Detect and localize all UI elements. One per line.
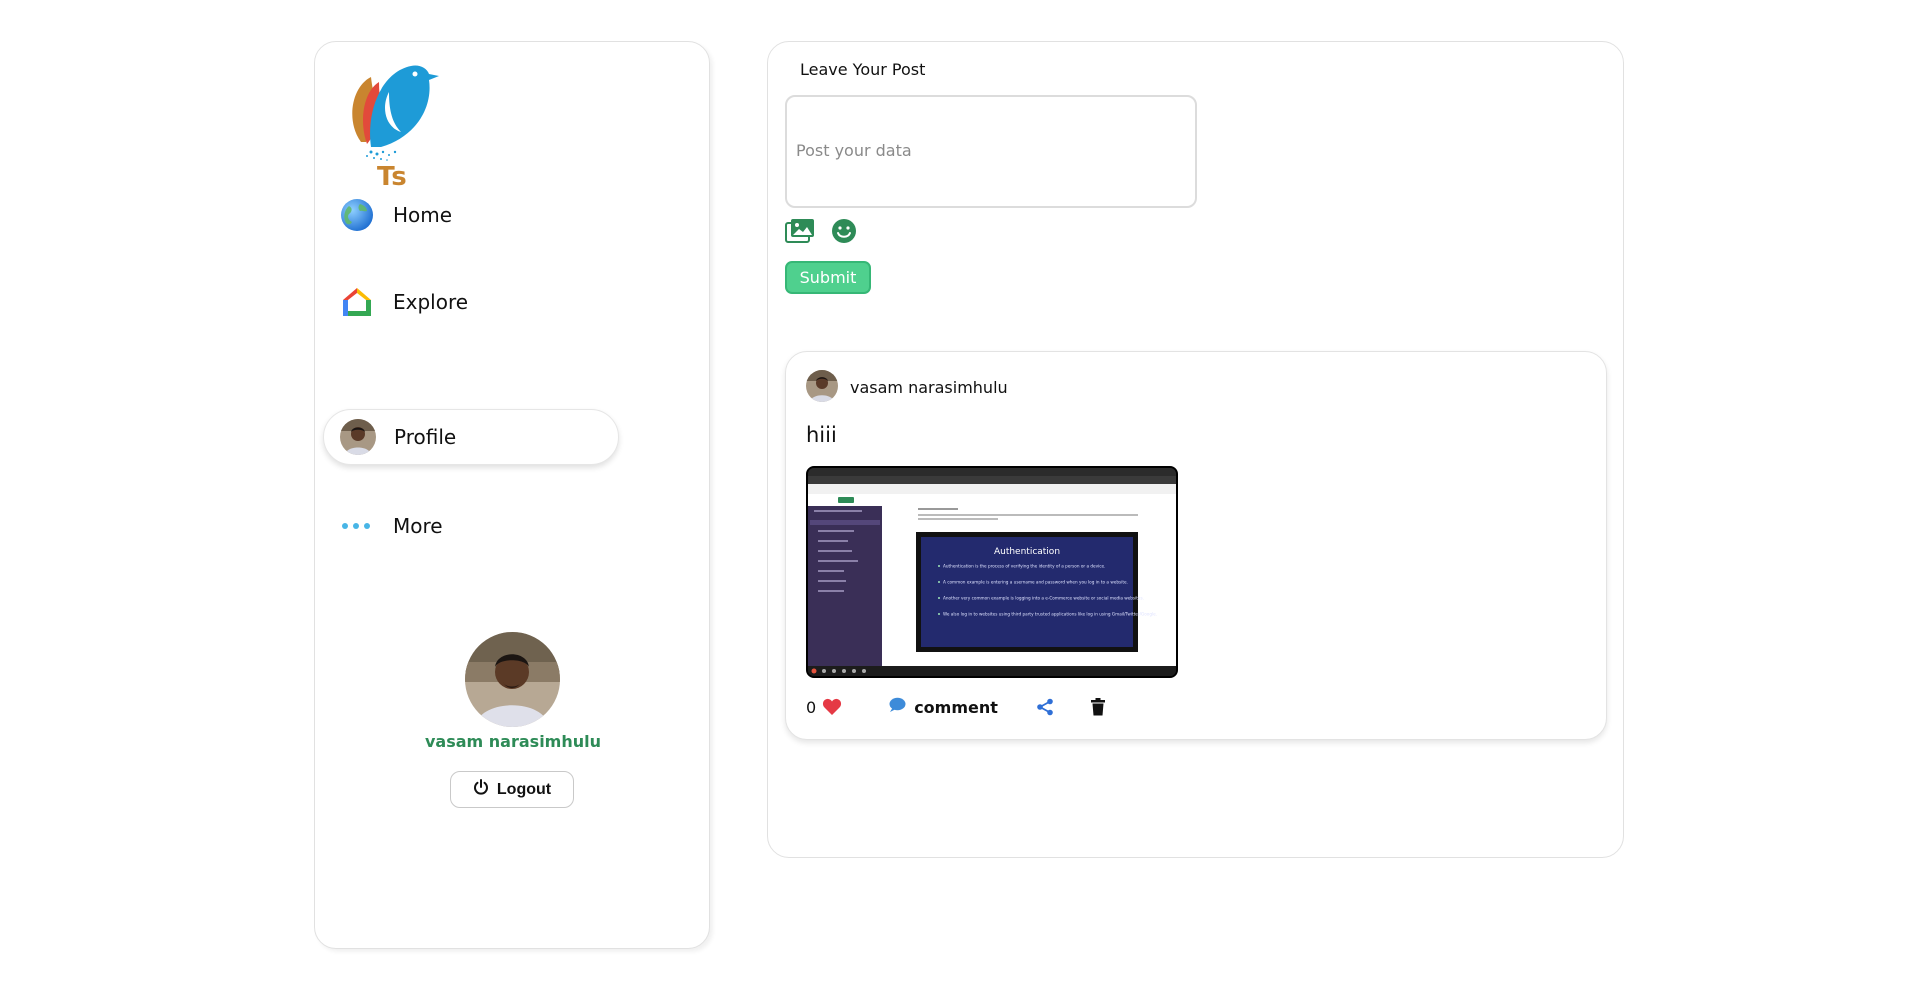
user-avatar[interactable] bbox=[465, 632, 560, 727]
user-name: vasam narasimhulu bbox=[425, 732, 601, 751]
post-author-name[interactable]: vasam narasimhulu bbox=[850, 378, 1008, 397]
slide-title: Authentication bbox=[994, 547, 1060, 557]
heart-icon[interactable] bbox=[822, 698, 842, 716]
post-input[interactable] bbox=[785, 95, 1197, 208]
trash-icon[interactable] bbox=[1090, 698, 1108, 716]
globe-icon bbox=[339, 197, 375, 233]
power-icon bbox=[473, 779, 489, 800]
sidebar-item-label: More bbox=[393, 514, 443, 538]
sidebar-item-more[interactable]: More bbox=[323, 498, 619, 554]
logout-button[interactable]: Logout bbox=[450, 771, 574, 808]
composer-heading: Leave Your Post bbox=[800, 60, 926, 79]
sidebar-item-label: Profile bbox=[394, 425, 457, 449]
slide-bullet: Authentication is the process of verifyi… bbox=[943, 564, 1105, 569]
google-home-icon bbox=[339, 284, 375, 320]
post-text: hiii bbox=[806, 423, 837, 447]
sidebar-item-profile[interactable]: Profile bbox=[323, 409, 619, 465]
comment-bubble-icon bbox=[888, 697, 906, 717]
sidebar-item-label: Explore bbox=[393, 290, 469, 314]
slide-bullet: We also log in to websites using third p… bbox=[943, 612, 1157, 617]
share-icon[interactable] bbox=[1036, 698, 1054, 716]
emoji-icon[interactable] bbox=[831, 218, 861, 244]
post-image[interactable]: Authentication Authentication is the pro… bbox=[806, 466, 1178, 678]
logout-label: Logout bbox=[496, 780, 552, 798]
comment-button[interactable]: comment bbox=[888, 697, 998, 717]
submit-button[interactable]: Submit bbox=[785, 261, 871, 294]
sidebar-item-label: Home bbox=[393, 203, 453, 227]
brand-logo[interactable] bbox=[341, 52, 441, 172]
sidebar-item-home[interactable]: Home bbox=[323, 187, 619, 243]
slide-bullet: Another very common example is logging i… bbox=[943, 596, 1144, 601]
post-card: vasam narasimhulu hiii Authentication Au… bbox=[785, 351, 1607, 740]
image-upload-icon[interactable] bbox=[785, 218, 815, 244]
sidebar-item-explore[interactable]: Explore bbox=[323, 274, 619, 330]
bird-logo-icon bbox=[352, 65, 439, 161]
comment-label: comment bbox=[914, 697, 998, 717]
post-author-avatar[interactable] bbox=[806, 370, 838, 402]
main-panel: Leave Your Post Submit vasam bbox=[767, 41, 1624, 858]
more-dots-icon bbox=[339, 508, 375, 544]
sidebar: Ts Home Explore Profile More vasam naras… bbox=[314, 41, 710, 949]
slide-bullet: A common example is entering a username … bbox=[943, 580, 1128, 585]
like-count: 0 bbox=[806, 697, 817, 717]
profile-avatar bbox=[340, 419, 376, 455]
post-actions: 0 comment bbox=[806, 695, 1108, 719]
